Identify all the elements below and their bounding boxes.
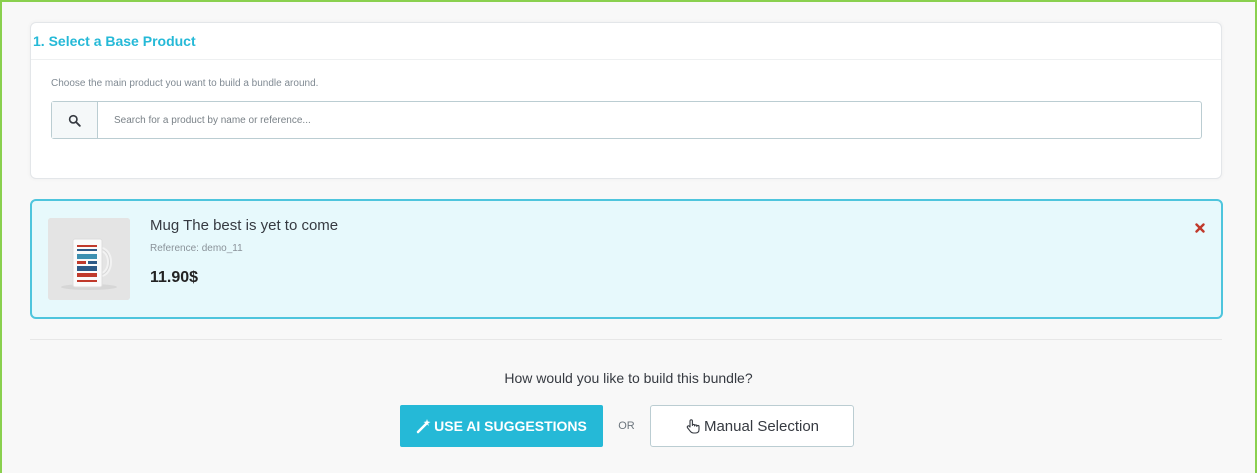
section-divider — [30, 339, 1222, 340]
panel-help-text: Choose the main product you want to buil… — [51, 78, 319, 89]
product-reference: Reference: demo_11 — [150, 243, 243, 254]
search-input[interactable] — [98, 102, 1201, 138]
remove-product-button[interactable] — [1193, 221, 1207, 235]
search-addon — [52, 102, 98, 138]
build-method-question: How would you like to build this bundle? — [504, 370, 753, 386]
selected-product-card: Mug The best is yet to come Reference: d… — [30, 199, 1223, 319]
product-image — [48, 218, 130, 300]
manual-button-label: Manual Selection — [703, 417, 820, 435]
ai-button-label: USE AI SUGGESTIONS — [434, 418, 587, 434]
panel-header: 1. Select a Base Product — [31, 23, 1221, 60]
select-base-product-panel: 1. Select a Base Product Choose the main… — [30, 22, 1222, 179]
hand-pointer-icon — [685, 418, 700, 434]
or-separator: OR — [618, 420, 635, 432]
product-search — [51, 101, 1202, 139]
product-price: 11.90$ — [150, 269, 199, 286]
build-method-actions: USE AI SUGGESTIONS OR Manual Selection — [400, 405, 855, 447]
product-name: Mug The best is yet to come — [150, 217, 339, 234]
panel-title: 1. Select a Base Product — [33, 33, 196, 49]
manual-selection-button[interactable]: Manual Selection — [650, 405, 854, 447]
close-icon — [1195, 223, 1205, 233]
search-icon — [68, 114, 81, 127]
magic-wand-icon — [416, 418, 432, 434]
use-ai-suggestions-button[interactable]: USE AI SUGGESTIONS — [400, 405, 603, 447]
